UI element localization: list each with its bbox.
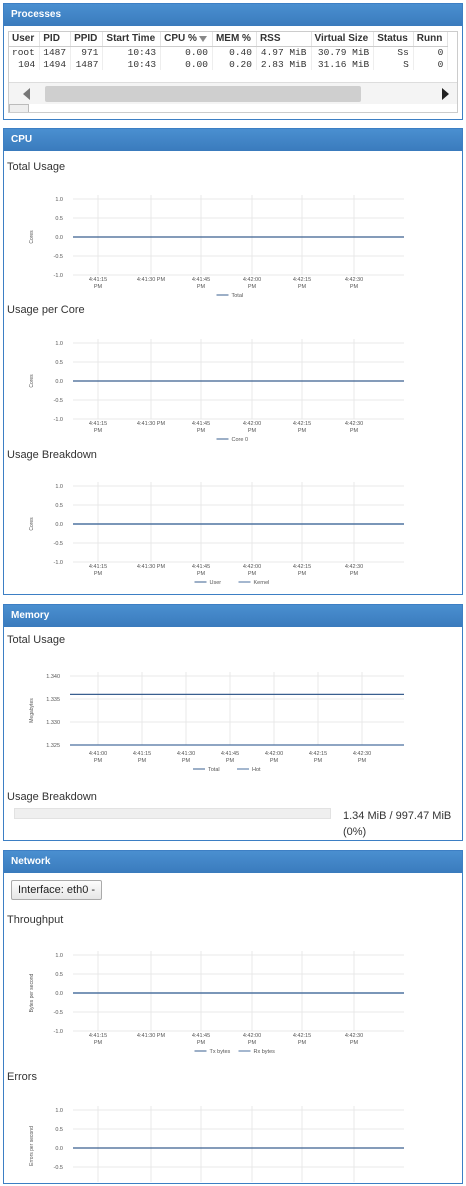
network-errors-chart: 1.0 0.5 0.0 -0.5 Errors per second <box>29 1106 404 1182</box>
y-axis-label: Errors per second <box>29 1126 35 1166</box>
y-tick-label: 0.5 <box>55 1127 63 1133</box>
y-tick-label: 0.0 <box>55 1146 63 1152</box>
y-tick-label: -0.5 <box>54 1165 63 1171</box>
y-tick-label: 1.0 <box>55 1108 63 1114</box>
